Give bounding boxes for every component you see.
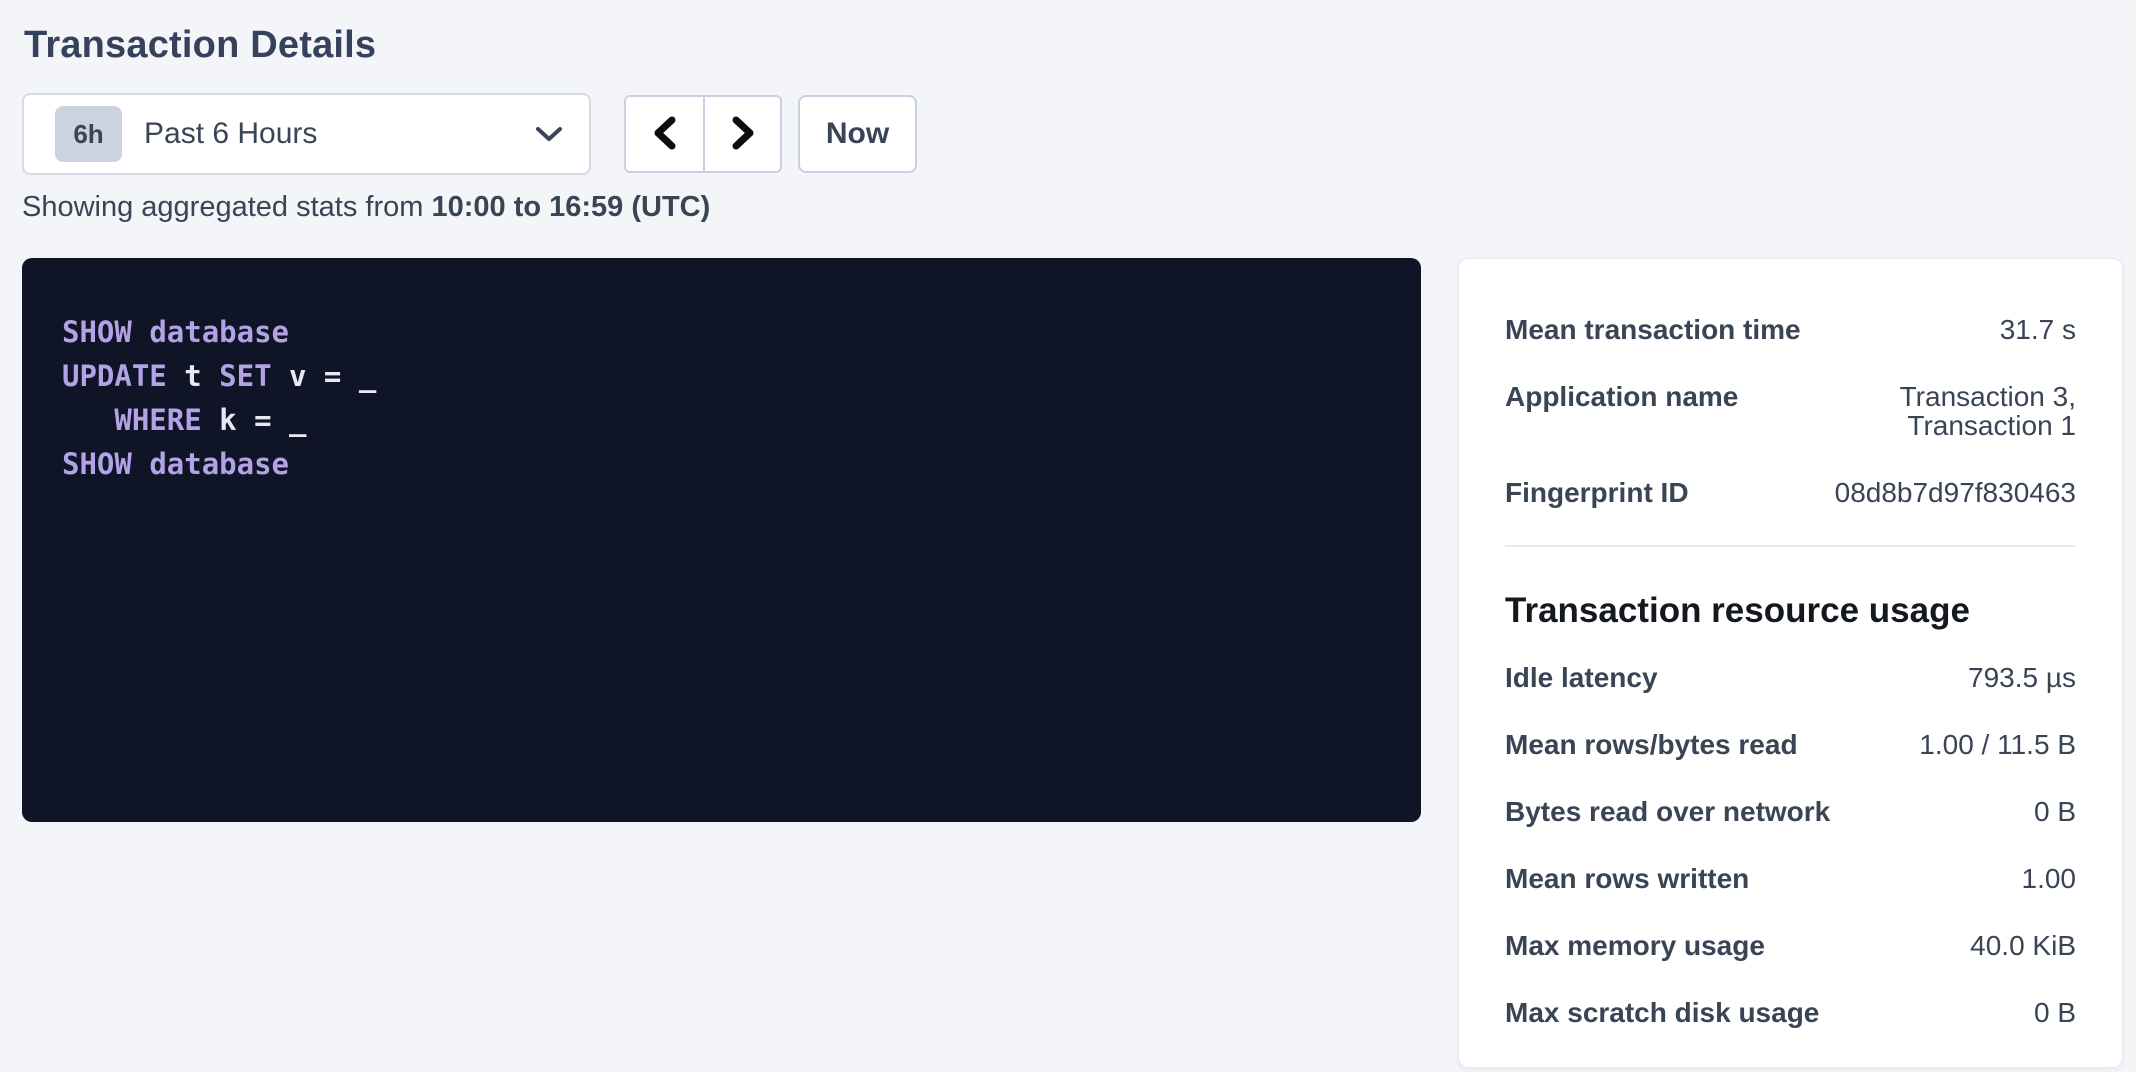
- stat-row-application-name: Application name Transaction 3, Transact…: [1505, 382, 2076, 440]
- stat-row-mean-rows-bytes-read: Mean rows/bytes read 1.00 / 11.5 B: [1505, 730, 2076, 759]
- card-divider: [1505, 545, 2076, 547]
- stat-row-mean-rows-written: Mean rows written 1.00: [1505, 864, 2076, 893]
- sql-line: UPDATE t SET v = _: [62, 354, 1381, 398]
- stat-value: 793.5 µs: [1968, 663, 2076, 692]
- time-pager: [624, 95, 782, 173]
- stat-label: Mean rows written: [1505, 864, 1749, 893]
- chevron-down-icon: [535, 125, 563, 143]
- transaction-details-page: Transaction Details 6h Past 6 Hours: [0, 0, 2136, 1072]
- stat-value: 1.00: [2022, 864, 2077, 893]
- stat-row-idle-latency: Idle latency 793.5 µs: [1505, 663, 2076, 692]
- stat-value: 08d8b7d97f830463: [1835, 478, 2076, 507]
- stat-value: 0 B: [2034, 797, 2076, 826]
- stat-value: 40.0 KiB: [1970, 931, 2076, 960]
- time-range-selected-label: Past 6 Hours: [144, 117, 317, 151]
- stat-label: Idle latency: [1505, 663, 1658, 692]
- aggregated-stats-note: Showing aggregated stats from 10:00 to 1…: [22, 191, 2136, 224]
- aggregated-stats-note-prefix: Showing aggregated stats from: [22, 191, 431, 223]
- stat-label: Max memory usage: [1505, 931, 1765, 960]
- transaction-summary-card: Mean transaction time 31.7 s Application…: [1458, 258, 2123, 1068]
- stat-label: Mean transaction time: [1505, 315, 1801, 344]
- chevron-left-icon: [648, 113, 682, 156]
- stat-value: 1.00 / 11.5 B: [1919, 730, 2076, 759]
- resource-usage-heading: Transaction resource usage: [1505, 591, 2076, 631]
- time-toolbar: 6h Past 6 Hours: [22, 93, 2136, 175]
- transaction-sql-fingerprint-box: SHOW database UPDATE t SET v = _ WHERE k…: [22, 258, 1421, 822]
- sql-line: WHERE k = _: [62, 398, 1381, 442]
- stat-row-fingerprint-id: Fingerprint ID 08d8b7d97f830463: [1505, 478, 2076, 507]
- sql-line: SHOW database: [62, 442, 1381, 486]
- stat-row-bytes-read-over-network: Bytes read over network 0 B: [1505, 797, 2076, 826]
- sql-line: SHOW database: [62, 310, 1381, 354]
- stat-label: Bytes read over network: [1505, 797, 1830, 826]
- stat-label: Max scratch disk usage: [1505, 998, 1819, 1027]
- stat-row-max-scratch-disk-usage: Max scratch disk usage 0 B: [1505, 998, 2076, 1027]
- stat-value: 0 B: [2034, 998, 2076, 1027]
- aggregated-stats-note-range: 10:00 to 16:59 (UTC): [431, 191, 710, 223]
- stat-row-max-memory-usage: Max memory usage 40.0 KiB: [1505, 931, 2076, 960]
- chevron-right-icon: [726, 113, 760, 156]
- time-range-badge: 6h: [55, 106, 122, 162]
- now-button[interactable]: Now: [798, 95, 917, 173]
- page-title: Transaction Details: [24, 24, 2136, 67]
- stat-value: Transaction 3, Transaction 1: [1758, 382, 2076, 440]
- stat-value: 31.7 s: [2000, 315, 2076, 344]
- stat-row-mean-transaction-time: Mean transaction time 31.7 s: [1505, 315, 2076, 344]
- time-range-select[interactable]: 6h Past 6 Hours: [22, 93, 591, 175]
- main-content: SHOW database UPDATE t SET v = _ WHERE k…: [22, 258, 2136, 1068]
- previous-range-button[interactable]: [626, 97, 703, 171]
- stat-label: Fingerprint ID: [1505, 478, 1689, 507]
- stat-label: Mean rows/bytes read: [1505, 730, 1798, 759]
- next-range-button[interactable]: [703, 97, 780, 171]
- stat-label: Application name: [1505, 382, 1738, 411]
